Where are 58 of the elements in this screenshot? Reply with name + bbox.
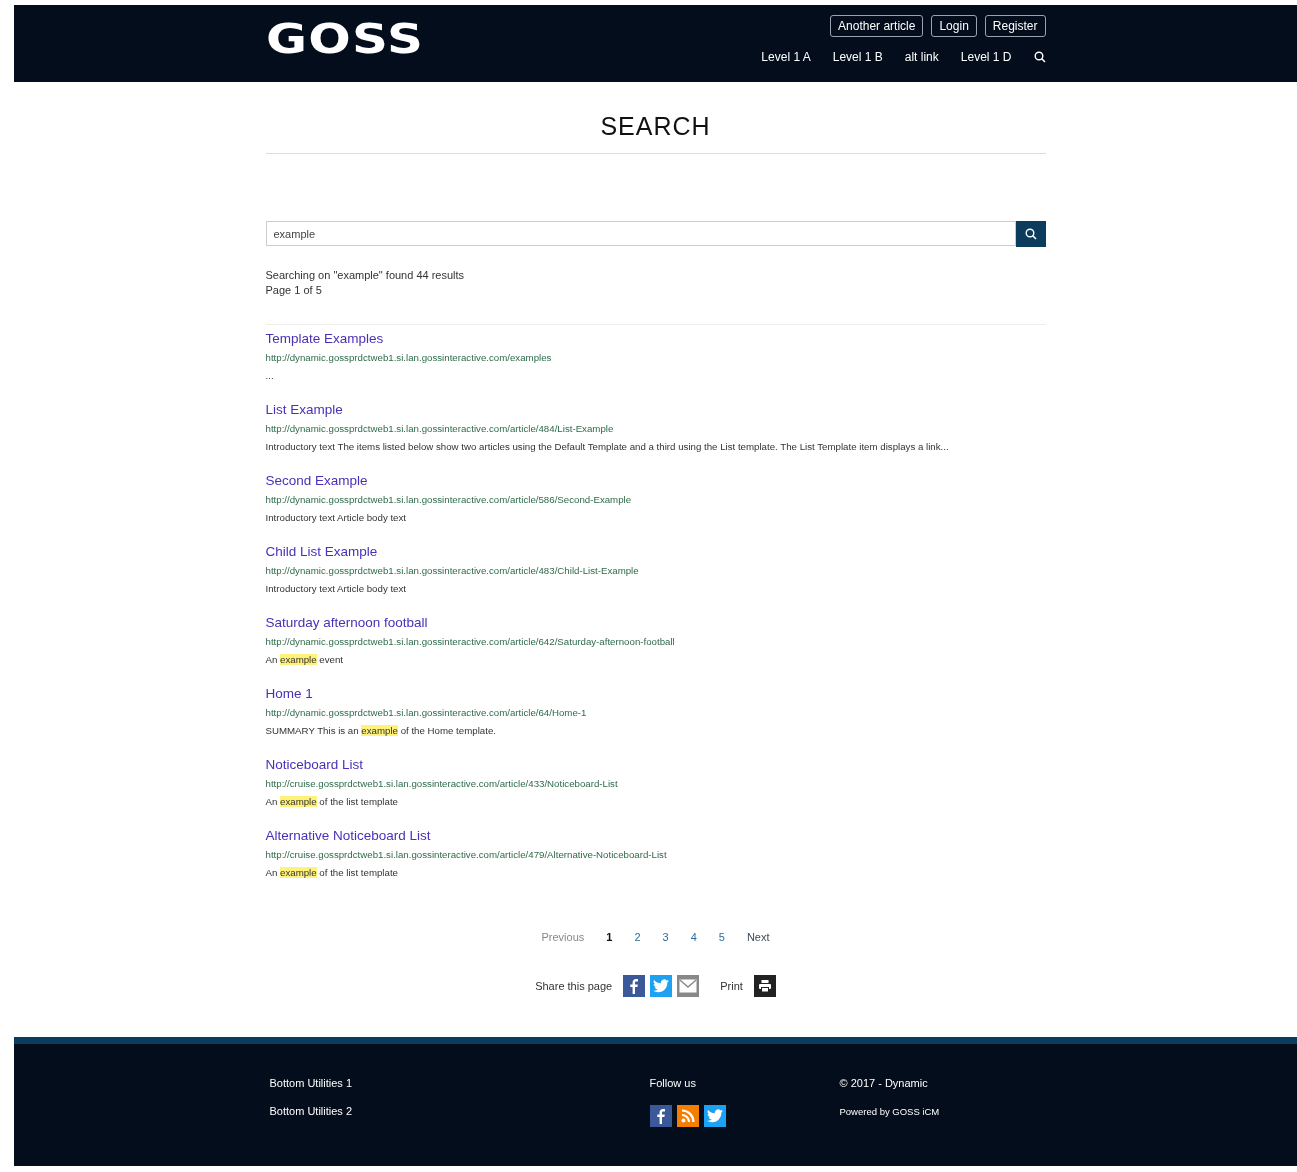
footer-link[interactable]: Bottom Utilities 2 bbox=[269, 1105, 650, 1118]
copyright: © 2017 - Dynamic bbox=[839, 1077, 929, 1090]
result-description: Introductory text Article body text bbox=[265, 582, 407, 595]
result-title-link[interactable]: Home 1 bbox=[265, 685, 313, 702]
page-link[interactable]: 5 bbox=[718, 931, 725, 943]
result-title-link[interactable]: Template Examples bbox=[265, 330, 384, 347]
rss-icon[interactable] bbox=[676, 1105, 699, 1127]
result-url: http://dynamic.gossprdctweb1.si.lan.gossinteractive.com/article/642/Saturday-afternoon-football bbox=[265, 635, 675, 649]
result-title-link[interactable]: Noticeboard List bbox=[265, 756, 364, 773]
nav-link[interactable]: Level 1 A bbox=[761, 50, 811, 64]
logo[interactable]: GOSS bbox=[265, 17, 424, 61]
result-url: http://dynamic.gossprdctweb1.si.lan.gossinteractive.com/article/483/Child-List-Example bbox=[265, 564, 639, 578]
facebook-icon[interactable] bbox=[649, 1105, 672, 1127]
result-title-link[interactable]: Second Example bbox=[265, 472, 368, 489]
search-button[interactable] bbox=[1015, 221, 1046, 247]
envelope-icon[interactable] bbox=[677, 975, 700, 997]
result-title-link[interactable]: Child List Example bbox=[265, 543, 378, 560]
share-label: Share this page bbox=[535, 980, 613, 992]
result-description: ... bbox=[265, 369, 274, 382]
printer-icon[interactable] bbox=[753, 975, 776, 997]
search-field[interactable]: example bbox=[265, 221, 1016, 246]
nav-link[interactable]: Level 1 D bbox=[960, 50, 1012, 64]
result-title-link[interactable]: Alternative Noticeboard List bbox=[265, 827, 431, 844]
result-description: Introductory text The items listed below show two articles using the Default Template and a third using the List template. The List Template item displays a link... bbox=[265, 440, 949, 453]
bird-icon[interactable] bbox=[703, 1105, 726, 1127]
utility-link-button[interactable]: Another article bbox=[830, 15, 924, 37]
page-title: SEARCH bbox=[265, 112, 1046, 154]
result-description: An example of the list template bbox=[265, 795, 398, 808]
result-url: http://cruise.gossprdctweb1.si.lan.gossinteractive.com/article/479/Alternative-Noticeboard-List bbox=[265, 848, 667, 862]
result-title-link[interactable]: Saturday afternoon football bbox=[265, 614, 428, 631]
page-link[interactable]: 2 bbox=[634, 931, 641, 943]
utility-link-button[interactable]: Login bbox=[931, 15, 977, 37]
results-summary: Page 1 of 5 bbox=[265, 283, 323, 298]
print-label: Print bbox=[720, 980, 743, 992]
footer-link[interactable]: Bottom Utilities 1 bbox=[269, 1077, 650, 1090]
search-icon bbox=[1024, 228, 1037, 240]
page-link[interactable]: 1 bbox=[606, 931, 613, 943]
page-link[interactable]: 4 bbox=[690, 931, 697, 943]
search-icon[interactable] bbox=[1033, 51, 1046, 63]
follow-label: Follow us bbox=[649, 1077, 697, 1090]
result-url: http://dynamic.gossprdctweb1.si.lan.gossinteractive.com/article/64/Home-1 bbox=[265, 706, 587, 720]
result-description: SUMMARY This is an example of the Home template. bbox=[265, 724, 496, 737]
facebook-icon[interactable] bbox=[623, 975, 646, 997]
result-description: An example of the list template bbox=[265, 866, 398, 879]
page-link[interactable]: 3 bbox=[662, 931, 669, 943]
result-url: http://cruise.gossprdctweb1.si.lan.gossinteractive.com/article/433/Noticeboard-List bbox=[265, 777, 618, 791]
utility-link-button[interactable]: Register bbox=[984, 15, 1046, 37]
results-summary: Searching on "example" found 44 results bbox=[265, 268, 466, 283]
result-url: http://dynamic.gossprdctweb1.si.lan.gossinteractive.com/examples bbox=[265, 351, 552, 365]
result-title-link[interactable]: List Example bbox=[265, 401, 343, 418]
powered-by: Powered by GOSS iCM bbox=[839, 1105, 941, 1118]
nav-link[interactable]: alt link bbox=[904, 50, 939, 64]
result-url: http://dynamic.gossprdctweb1.si.lan.gossinteractive.com/article/484/List-Example bbox=[265, 422, 614, 436]
result-url: http://dynamic.gossprdctweb1.si.lan.gossinteractive.com/article/586/Second-Example bbox=[265, 493, 632, 507]
result-description: An example event bbox=[265, 653, 344, 666]
next-link[interactable]: Next bbox=[746, 931, 770, 943]
nav-link[interactable]: Level 1 B bbox=[832, 50, 883, 64]
result-description: Introductory text Article body text bbox=[265, 511, 407, 524]
